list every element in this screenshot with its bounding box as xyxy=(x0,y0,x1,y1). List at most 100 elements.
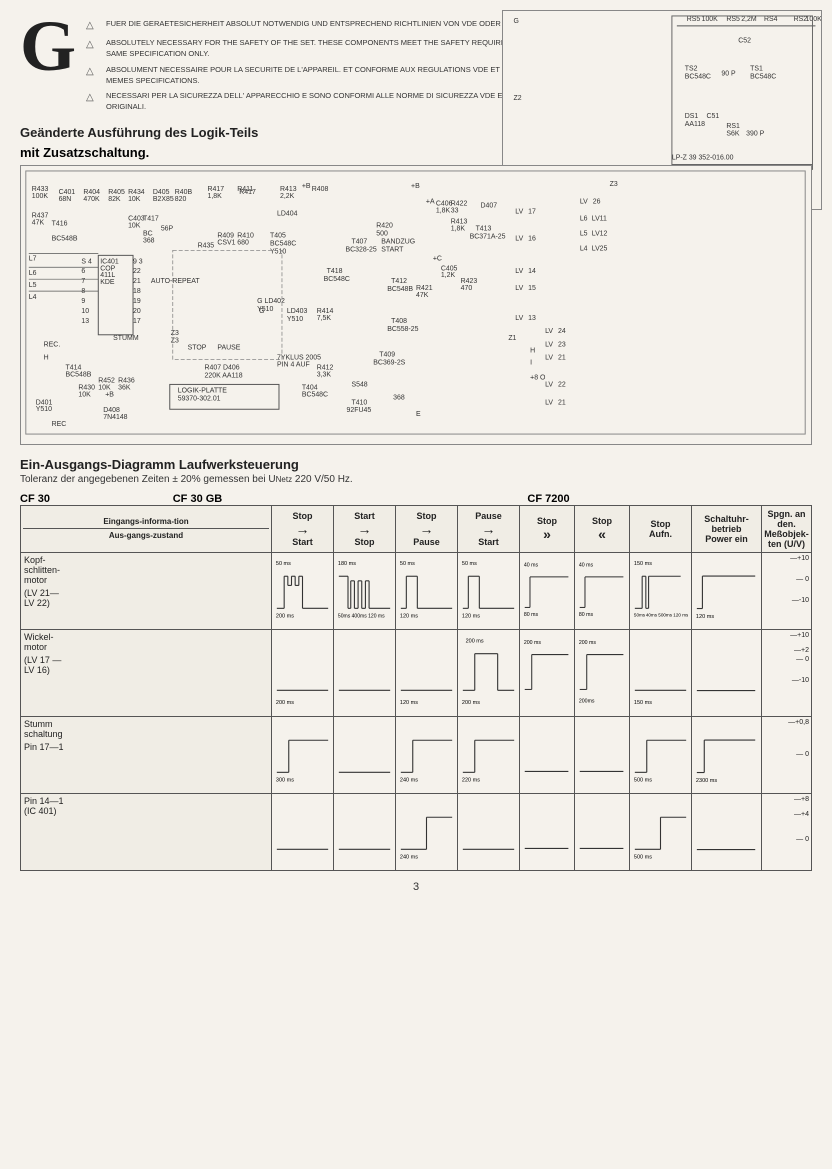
col4-top: Pause xyxy=(475,511,502,521)
svg-text:T416: T416 xyxy=(52,220,68,227)
label-stumm: Stumm schaltung Pin 17—1 xyxy=(21,716,272,793)
svg-text:T414: T414 xyxy=(66,364,82,371)
svg-text:36K: 36K xyxy=(118,384,131,391)
cf7200-label: CF 7200 xyxy=(285,493,812,505)
svg-text:BC558-25: BC558-25 xyxy=(387,325,418,332)
svg-text:Z3: Z3 xyxy=(171,337,179,344)
svg-text:2,2K: 2,2K xyxy=(280,192,295,199)
cell-wickel-col5: 200 ms xyxy=(520,629,575,716)
svg-text:80 ms: 80 ms xyxy=(579,612,594,618)
svg-text:300 ms: 300 ms xyxy=(276,777,294,783)
svg-text:56P: 56P xyxy=(161,225,174,232)
svg-text:368: 368 xyxy=(143,237,155,244)
svg-text:3,3K: 3,3K xyxy=(317,371,332,378)
svg-text:16: 16 xyxy=(528,235,536,242)
cell-kopf-schaltuhr: 120 ms xyxy=(692,552,762,629)
svg-text:200 ms: 200 ms xyxy=(579,640,597,646)
svg-text:50 ms: 50 ms xyxy=(400,561,415,567)
svg-text:R417: R417 xyxy=(239,188,256,195)
svg-text:11: 11 xyxy=(600,215,607,222)
svg-text:13: 13 xyxy=(528,314,536,321)
svg-text:Z3: Z3 xyxy=(610,180,618,187)
table-row-stumm: Stumm schaltung Pin 17—1 300 ms xyxy=(21,716,812,793)
svg-text:40ms 500ms 120 ms: 40ms 500ms 120 ms xyxy=(646,612,688,617)
svg-text:LOGIK-PLATTE: LOGIK-PLATTE xyxy=(178,387,228,394)
svg-text:H: H xyxy=(44,354,49,361)
svg-text:820: 820 xyxy=(175,195,187,202)
timing-subtitle: Toleranz der angegebenen Zeiten ± 20% ge… xyxy=(20,474,812,485)
svg-text:+B: +B xyxy=(411,182,420,189)
svg-text:240 ms: 240 ms xyxy=(400,854,418,860)
svg-text:PIN 4 AUF: PIN 4 AUF xyxy=(277,361,310,368)
cf30gb-label: CF 30 GB xyxy=(110,493,285,505)
cell-kopf-col7: 150 ms 50ms 40ms 500ms 120 ms xyxy=(630,552,692,629)
svg-text:L4: L4 xyxy=(29,294,37,301)
svg-text:10K: 10K xyxy=(78,391,91,398)
cell-wickel-col1: 200 ms xyxy=(272,629,334,716)
svg-text:200 ms: 200 ms xyxy=(276,613,294,619)
svg-text:T404: T404 xyxy=(302,384,318,391)
table-header-row: Eingangs-informa-tion Aus-gangs-zustand … xyxy=(21,505,812,552)
cell-pin14-col5 xyxy=(520,793,575,870)
svg-text:R407 D406: R407 D406 xyxy=(205,364,240,371)
svg-text:120 ms: 120 ms xyxy=(462,613,480,619)
cell-kopf-col1: 50 ms 200 ms xyxy=(272,552,334,629)
svg-text:200 ms: 200 ms xyxy=(466,638,484,644)
svg-text:AA118: AA118 xyxy=(685,121,705,128)
svg-text:T410: T410 xyxy=(351,399,367,406)
svg-text:470K: 470K xyxy=(83,195,100,202)
svg-text:BC548B: BC548B xyxy=(52,235,78,242)
cell-pin14-voltage: —+8 —+4 — 0 xyxy=(762,793,812,870)
svg-text:9: 9 xyxy=(81,298,85,305)
svg-text:START: START xyxy=(381,246,404,253)
th-col1: Stop → Start xyxy=(272,505,334,552)
col2-arrow: → xyxy=(336,521,393,537)
svg-text:LD403: LD403 xyxy=(287,307,308,314)
svg-text:BC548C: BC548C xyxy=(750,73,776,80)
svg-text:S 4: S 4 xyxy=(81,258,92,265)
svg-text:33: 33 xyxy=(451,207,459,214)
svg-text:24: 24 xyxy=(558,327,566,334)
th-spgn: Spgn. an den. Meßobjek-ten (U/V) xyxy=(762,505,812,552)
svg-text:C51: C51 xyxy=(707,113,720,120)
svg-text:92FU45: 92FU45 xyxy=(347,407,372,414)
svg-text:R414: R414 xyxy=(317,307,334,314)
page-number: 3 xyxy=(20,881,812,893)
th-eingangs: Eingangs-informa-tion xyxy=(23,517,269,529)
svg-text:+B: +B xyxy=(105,391,114,398)
svg-text:200 ms: 200 ms xyxy=(462,700,480,706)
svg-text:Z1: Z1 xyxy=(508,334,516,341)
cell-stumm-col2 xyxy=(334,716,396,793)
col6-arrow: « xyxy=(577,526,627,542)
svg-text:470: 470 xyxy=(461,285,473,292)
svg-text:LV: LV xyxy=(515,314,523,321)
svg-text:150 ms: 150 ms xyxy=(634,561,652,567)
svg-text:R408: R408 xyxy=(312,185,329,192)
svg-text:RS1: RS1 xyxy=(726,123,740,130)
cell-stumm-col5 xyxy=(520,716,575,793)
svg-text:200 ms: 200 ms xyxy=(276,700,294,706)
svg-text:1,2K: 1,2K xyxy=(441,272,456,279)
timing-table: Eingangs-informa-tion Aus-gangs-zustand … xyxy=(20,505,812,871)
svg-text:RS5: RS5 xyxy=(687,16,701,23)
svg-text:L6: L6 xyxy=(580,215,588,222)
svg-text:G: G xyxy=(259,307,264,314)
cell-kopf-col6: 40 ms 80 ms xyxy=(575,552,630,629)
label-pin14: Pin 14—1 (IC 401) xyxy=(21,793,272,870)
svg-text:S548: S548 xyxy=(351,381,367,388)
svg-text:680: 680 xyxy=(237,239,249,246)
svg-text:1,8K: 1,8K xyxy=(208,192,223,199)
cell-kopf-col2: 180 ms 50ms 40 xyxy=(334,552,396,629)
svg-text:+A: +A xyxy=(426,198,435,205)
th-schaltuhr: Schaltuhr-betrieb Power ein xyxy=(692,505,762,552)
svg-text:+B: +B xyxy=(302,182,311,189)
schaltuhr-label: Schaltuhr-betrieb xyxy=(694,514,759,534)
svg-text:L5: L5 xyxy=(29,282,37,289)
cell-wickel-schaltuhr xyxy=(692,629,762,716)
svg-text:D407: D407 xyxy=(481,202,498,209)
svg-text:CSV1: CSV1 xyxy=(217,239,235,246)
cell-kopf-col5: 40 ms 80 ms xyxy=(520,552,575,629)
cell-pin14-col1 xyxy=(272,793,334,870)
cell-pin14-col6 xyxy=(575,793,630,870)
cell-wickel-col7: 150 ms xyxy=(630,629,692,716)
